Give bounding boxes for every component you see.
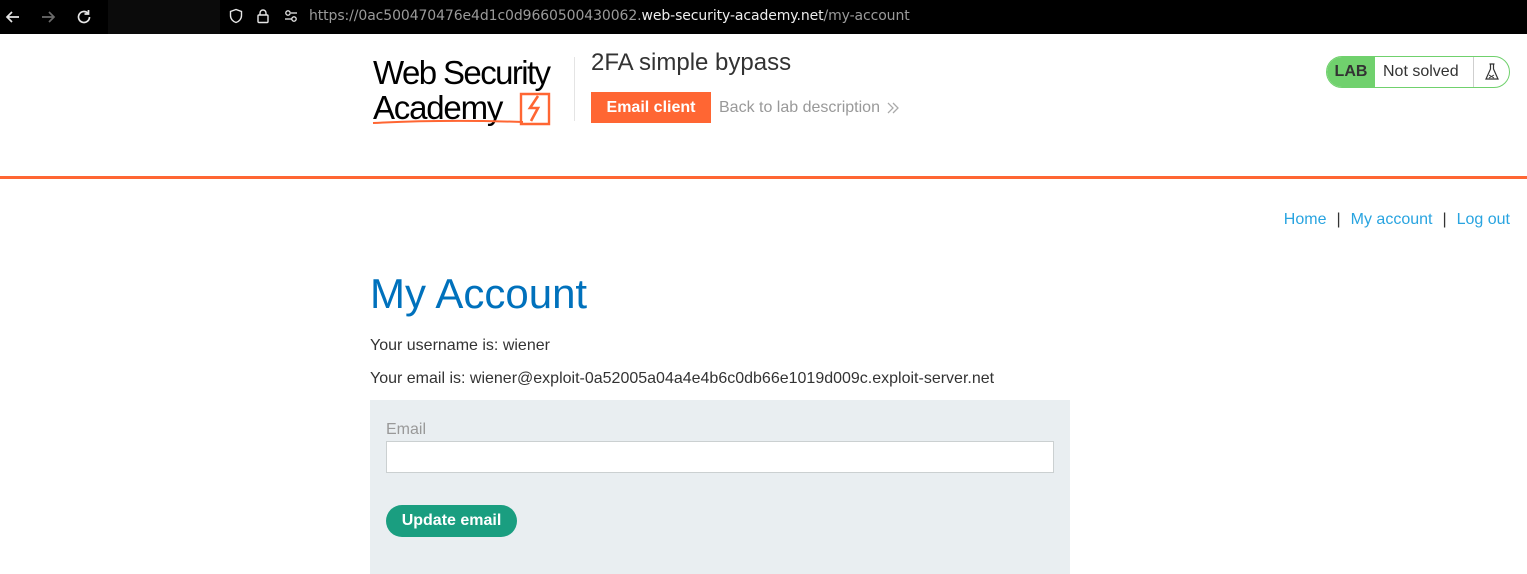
url-text[interactable]: https://0ac500470476e4d1c0d9660500430062…	[309, 7, 910, 25]
logo-divider	[574, 57, 575, 121]
page-title: My Account	[370, 270, 588, 317]
site-settings-icon[interactable]	[280, 5, 302, 27]
email-text: Your email is: wiener@exploit-0a52005a04…	[370, 370, 995, 387]
lab-status-text: Not solved	[1383, 63, 1459, 80]
lock-icon[interactable]	[252, 5, 274, 27]
browser-toolbar: https://0ac500470476e4d1c0d9660500430062…	[0, 0, 1527, 34]
update-email-form: Email Update email	[370, 400, 1070, 574]
url-path: /my-account	[823, 8, 910, 24]
email-input[interactable]	[386, 441, 1054, 473]
lab-badge: LAB	[1327, 57, 1375, 87]
update-email-button[interactable]: Update email	[386, 505, 517, 537]
nav-separator: |	[1336, 211, 1341, 228]
reload-icon[interactable]	[71, 4, 97, 30]
double-chevron-icon	[887, 102, 899, 113]
nav-separator: |	[1442, 211, 1447, 228]
shield-icon[interactable]	[225, 5, 247, 27]
forward-arrow-icon[interactable]	[35, 4, 61, 30]
logo-bolt-icon	[519, 92, 551, 126]
email-label: Email	[386, 421, 427, 438]
home-link[interactable]: Home	[1284, 210, 1327, 229]
username-text: Your username is: wiener	[370, 337, 550, 354]
url-prefix: https://0ac500470476e4d1c0d9660500430062…	[309, 8, 642, 24]
web-security-academy-logo[interactable]: Web Security Academy	[371, 52, 576, 128]
lab-status-widget: LAB Not solved	[1326, 56, 1510, 88]
logo-line1: Web Security	[373, 54, 552, 91]
back-arrow-icon[interactable]	[0, 4, 26, 30]
my-account-link[interactable]: My account	[1351, 210, 1433, 229]
tab-strip	[108, 0, 220, 34]
back-link-label: Back to lab description	[719, 99, 880, 116]
log-out-link[interactable]: Log out	[1457, 210, 1510, 229]
url-domain: web-security-academy.net	[641, 8, 824, 24]
flask-icon	[1473, 57, 1509, 87]
email-client-button[interactable]: Email client	[591, 92, 711, 123]
account-nav: Home | My account | Log out	[1284, 210, 1510, 229]
lab-title: 2FA simple bypass	[591, 49, 792, 76]
back-to-lab-description-link[interactable]: Back to lab description	[719, 98, 900, 117]
header-divider	[0, 176, 1527, 179]
